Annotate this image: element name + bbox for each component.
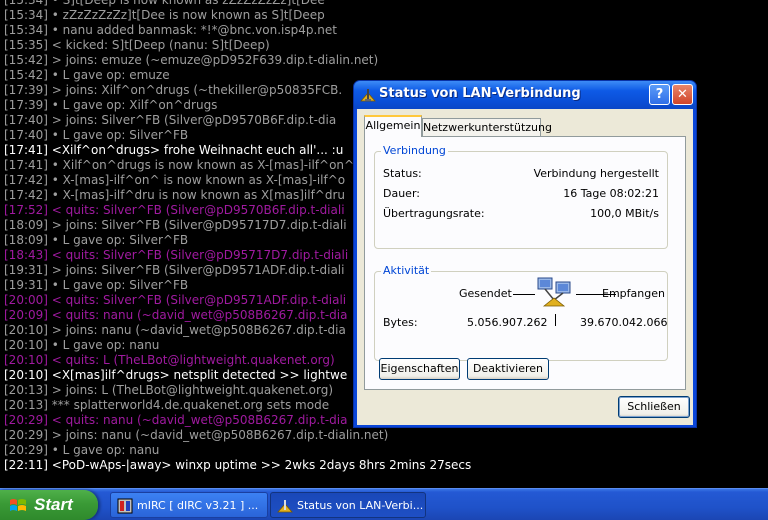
taskbar: Start mIRC [ dIRC v3.21 ] ... Status von… [0,488,768,520]
irc-line: [17:41] <Xilf^on^drugs> frohe Weihnacht … [4,143,344,157]
dialog-client-area: Allgemein Netzwerkunterstützung Verbindu… [357,109,693,425]
network-icon [277,500,293,513]
mirc-icon [117,498,133,514]
irc-line: [18:09] • L gave op: Silver^FB [4,233,189,247]
irc-line: [20:13] > joins: L (TheLBot@lightweight.… [4,383,334,397]
activity-group-title: Aktivität [381,264,432,277]
tab-panel-general: Verbindung Status: Verbindung hergestell… [364,136,686,390]
irc-line: [15:42] • L gave op: emuze [4,68,170,82]
start-button[interactable]: Start [0,490,98,520]
irc-line: [20:10] > joins: nanu (~david_wet@p508B6… [4,323,346,337]
irc-line: [15:34] • nanu added banmask: *!*@bnc.vo… [4,23,337,37]
properties-button[interactable]: Eigenschaften [379,358,460,380]
received-label: Empfangen [602,287,665,300]
lan-status-dialog: Status von LAN-Verbindung ? ✕ Allgemein … [353,80,697,428]
network-connection-icon [360,89,376,102]
bytes-received-value: 39.670.042.066 [580,316,668,329]
tab-network-support[interactable]: Netzwerkunterstützung [422,118,552,138]
irc-line: [17:42] • X-[mas]-ilf^dru is now known a… [4,188,346,202]
speed-label: Übertragungsrate: [383,207,485,220]
close-icon[interactable]: ✕ [672,84,693,105]
irc-line: [20:13] *** splatterworld4.de.quakenet.o… [4,398,330,412]
sent-line [513,294,535,295]
irc-line: [15:34] • zZzZzZzZz]t[Dee is now known a… [4,8,325,22]
irc-line: [20:29] • L gave op: nanu [4,443,160,457]
taskbar-item-lan-status[interactable]: Status von LAN-Verbi... [270,492,426,518]
help-button[interactable]: ? [649,84,670,105]
speed-value: 100,0 MBit/s [590,207,659,220]
bytes-label: Bytes: [383,316,418,329]
irc-line: [20:10] < quits: L (TheLBot@lightweight.… [4,353,335,367]
status-row: Status: Verbindung hergestellt [383,166,659,182]
irc-line: [20:10] <X[mas]ilf^drugs> netsplit detec… [4,368,348,382]
irc-line: [17:40] • L gave op: Silver^FB [4,128,189,142]
irc-line: [20:29] > joins: nanu (~david_wet@p508B6… [4,428,389,442]
deactivate-button[interactable]: Deaktivieren [467,358,549,380]
irc-line: [17:40] > joins: Silver^FB (Silver@pD957… [4,113,337,127]
duration-value: 16 Tage 08:02:21 [563,187,659,200]
irc-line: [22:11] <PoD-wAps-|away> winxp uptime >>… [4,458,472,472]
taskbar-item-label: mIRC [ dIRC v3.21 ] ... [137,499,259,512]
irc-line: [17:39] • L gave op: Xilf^on^drugs [4,98,218,112]
tab-general[interactable]: Allgemein [364,115,422,137]
irc-line: [20:09] < quits: nanu (~david_wet@p508B6… [4,308,348,322]
activity-group: Aktivität Gesendet Empfangen Bytes: 5.05… [374,264,668,361]
irc-line: [20:10] • L gave op: nanu [4,338,160,352]
irc-line: [17:41] • Xilf^on^drugs is now known as … [4,158,355,172]
duration-row: Dauer: 16 Tage 08:02:21 [383,186,659,202]
taskbar-item-label: Status von LAN-Verbi... [297,499,424,512]
irc-line: [17:39] > joins: Xilf^on^drugs (~thekill… [4,83,343,97]
dialog-close-button[interactable]: Schließen [618,396,690,418]
irc-line: [15:35] < kicked: S]t[Deep (nanu: S]t[De… [4,38,270,52]
irc-line: [15:34] • S]t[Deep is now known as zZzZz… [4,0,325,7]
taskbar-item-mirc[interactable]: mIRC [ dIRC v3.21 ] ... [110,492,268,518]
activity-separator [555,314,556,326]
start-label: Start [34,495,73,514]
irc-line: [20:00] < quits: Silver^FB (Silver@pD957… [4,293,347,307]
dialog-title: Status von LAN-Verbindung [379,86,581,101]
network-activity-icon [537,277,571,307]
dialog-titlebar[interactable]: Status von LAN-Verbindung ? ✕ [354,81,696,109]
bytes-sent-value: 5.056.907.262 [467,316,548,329]
irc-line: [18:09] > joins: Silver^FB (Silver@pD957… [4,218,347,232]
irc-line: [20:29] < quits: nanu (~david_wet@p508B6… [4,413,348,427]
windows-logo-icon [10,499,26,511]
irc-line: [17:52] < quits: Silver^FB (Silver@pD957… [4,203,345,217]
irc-line: [15:42] > joins: emuze (~emuze@pD952F639… [4,53,379,67]
irc-line: [17:42] • X-[mas]-ilf^on^ is now known a… [4,173,346,187]
irc-line: [19:31] > joins: Silver^FB (Silver@pD957… [4,263,345,277]
duration-label: Dauer: [383,187,420,200]
status-value: Verbindung hergestellt [533,167,659,180]
connection-group: Verbindung Status: Verbindung hergestell… [374,144,668,249]
irc-line: [18:43] < quits: Silver^FB (Silver@pD957… [4,248,349,262]
speed-row: Übertragungsrate: 100,0 MBit/s [383,206,659,222]
sent-label: Gesendet [459,287,512,300]
status-label: Status: [383,167,422,180]
irc-line: [19:31] • L gave op: Silver^FB [4,278,189,292]
connection-group-title: Verbindung [381,144,448,157]
